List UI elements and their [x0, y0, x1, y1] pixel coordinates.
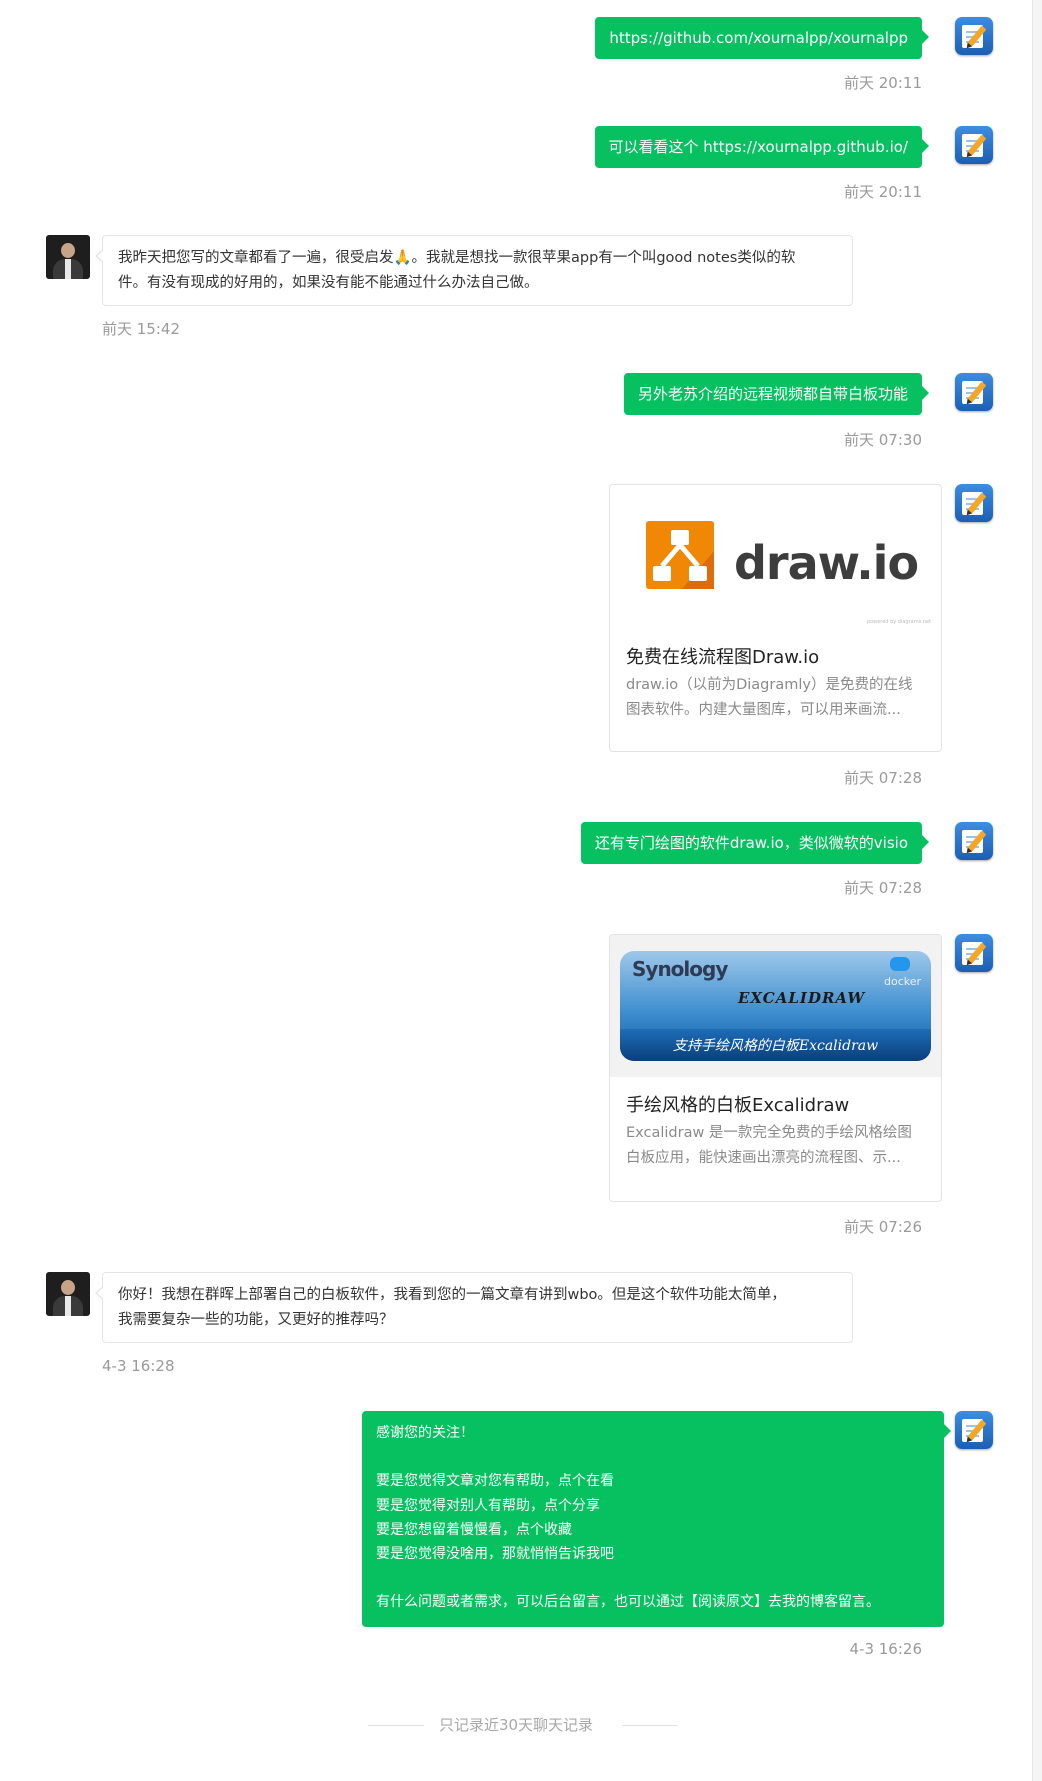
card-description: Excalidraw 是一款完全免费的手绘风格绘图 白板应用，能快速画出漂亮的流… — [626, 1125, 912, 1166]
message-time: 前天 15:42 — [102, 320, 180, 338]
message-bubble-long[interactable]: 感谢您的关注！ 要是您觉得文章对您有帮助，点个在看 要是您觉得对别人有帮助，点个… — [362, 1411, 951, 1627]
card-description: draw.io（以前为Diagramly）是免费的在线 图表软件。内建大量图库，… — [626, 677, 913, 718]
banner-brand: Synology — [632, 957, 728, 981]
docker-whale-icon — [890, 957, 910, 971]
message-bubble[interactable]: 可以看看这个 https://xournalpp.github.io/ — [594, 126, 929, 168]
message-time: 4-3 16:28 — [102, 1357, 175, 1375]
contact-avatar[interactable] — [46, 1272, 90, 1316]
banner-docker: docker — [884, 975, 922, 988]
message-line: 要是您觉得对别人有帮助，点个分享 — [376, 1497, 600, 1514]
card-title: 免费在线流程图Draw.io — [626, 647, 820, 668]
message-bubble[interactable]: https://github.com/xournalpp/xournalpp — [595, 17, 929, 59]
footer-divider-right — [622, 1725, 678, 1726]
message-bubble[interactable]: 还有专门绘图的软件draw.io，类似微软的visio — [580, 822, 930, 864]
message-time: 前天 07:28 — [844, 879, 922, 897]
message-bubble[interactable]: 另外老苏介绍的远程视频都自带白板功能 — [623, 373, 930, 415]
message-time: 前天 07:26 — [844, 1218, 922, 1236]
drawio-logo-text: draw.io — [734, 536, 919, 590]
excalidraw-banner-image: Synology EXCALIDRAW docker 支持手绘风格的白板Exca… — [620, 951, 931, 1061]
my-avatar-icon[interactable] — [955, 934, 993, 972]
message-time: 前天 07:28 — [844, 769, 922, 787]
message-line-blank — [376, 1566, 930, 1590]
message-bubble[interactable]: 你好！我想在群晖上部署自己的白板软件，我看到您的一篇文章有讲到wbo。但是这个软… — [95, 1272, 853, 1343]
contact-avatar[interactable] — [46, 235, 90, 279]
card-title: 手绘风格的白板Excalidraw — [626, 1095, 850, 1116]
message-bubble[interactable]: 我昨天把您写的文章都看了一遍，很受启发🙏。我就是想找一款很苹果app有一个叫go… — [95, 235, 853, 306]
banner-caption: 支持手绘风格的白板Excalidraw — [672, 1038, 879, 1054]
message-line: 你好！我想在群晖上部署自己的白板软件，我看到您的一篇文章有讲到wbo。但是这个软… — [118, 1287, 786, 1303]
message-line: 要是您觉得没啥用，那就悄悄告诉我吧 — [376, 1546, 614, 1563]
message-line: 要是您觉得文章对您有帮助，点个在看 — [376, 1473, 614, 1490]
logo-caption: powered by diagrams.net — [866, 619, 931, 625]
message-line: 感谢您的关注！ — [376, 1425, 474, 1441]
message-line: 有什么问题或者需求，可以后台留言，也可以通过【阅读原文】去我的博客留言。 — [376, 1594, 880, 1611]
my-avatar-icon[interactable] — [955, 484, 993, 522]
message-time: 前天 07:30 — [844, 431, 922, 449]
chat-history-page: https://github.com/xournalpp/xournalpp 前… — [0, 0, 1033, 1781]
my-avatar-icon[interactable] — [955, 1411, 993, 1449]
my-avatar-icon[interactable] — [955, 126, 993, 164]
my-avatar-icon[interactable] — [955, 822, 993, 860]
my-avatar-icon[interactable] — [955, 373, 993, 411]
history-footer-note: 只记录近30天聊天记录 — [438, 1716, 594, 1734]
message-line-blank — [376, 1445, 930, 1469]
my-avatar-icon[interactable] — [955, 17, 993, 55]
message-time: 前天 20:11 — [844, 183, 922, 201]
message-line: 我需要复杂一些的功能，又更好的推荐吗？ — [118, 1312, 394, 1328]
message-line: 件。有没有现成的好用的，如果没有能不能通过什么办法自己做。 — [118, 275, 539, 291]
link-card-drawio[interactable]: draw.io powered by diagrams.net 免费在线流程图D… — [609, 484, 942, 752]
banner-app-name: EXCALIDRAW — [738, 989, 866, 1007]
message-line: 要是您想留着慢慢看，点个收藏 — [376, 1521, 572, 1538]
message-time: 4-3 16:26 — [849, 1640, 923, 1658]
message-line: 我昨天把您写的文章都看了一遍，很受启发🙏。我就是想找一款很苹果app有一个叫go… — [118, 250, 796, 266]
link-card-excalidraw[interactable]: Synology EXCALIDRAW docker 支持手绘风格的白板Exca… — [609, 934, 942, 1202]
message-time: 前天 20:11 — [844, 74, 922, 92]
